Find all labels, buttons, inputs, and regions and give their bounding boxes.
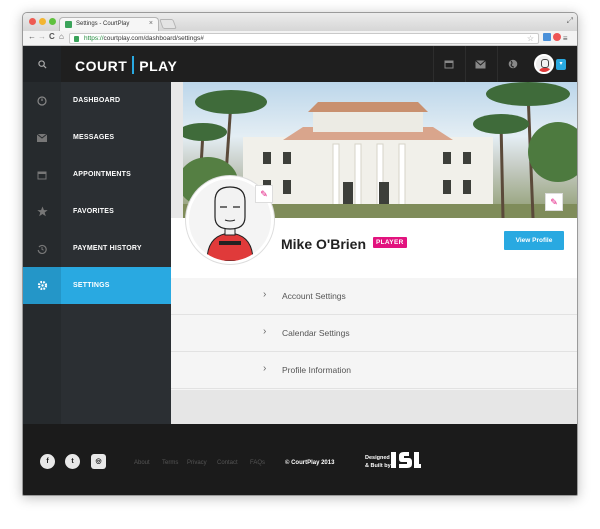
designed-line-2: & Built by <box>365 463 391 469</box>
sidebar-item-settings[interactable]: SETTINGS <box>23 267 171 304</box>
fullscreen-icon[interactable]: ⤢ <box>567 16 573 26</box>
footer-link-terms[interactable]: Terms <box>162 460 178 466</box>
footer-link-about[interactable]: About <box>134 460 150 466</box>
avatar[interactable] <box>534 54 554 74</box>
footer: f t ◎ About Terms Privacy Contact FAQs ©… <box>23 424 577 495</box>
star-icon <box>36 206 48 217</box>
main-content: ✎ ✎ Mike O'Brien PLAYER View Profile › A… <box>171 82 577 424</box>
browser-toolbar: ← → C ⌂ https://courtplay.com/dashboard/… <box>23 31 577 46</box>
url-scheme: https:// <box>84 35 104 42</box>
sidebar-item-label: APPOINTMENTS <box>73 171 132 178</box>
view-profile-button[interactable]: View Profile <box>504 231 564 250</box>
close-window-button[interactable] <box>29 18 36 25</box>
settings-row-label: Profile Information <box>282 365 351 375</box>
sidebar-item-label: DASHBOARD <box>73 97 121 104</box>
sidebar-item-payment-history[interactable]: PAYMENT HISTORY <box>23 230 171 267</box>
sidebar-item-label: MESSAGES <box>73 134 115 141</box>
footer-link-faqs[interactable]: FAQs <box>250 460 265 466</box>
sidebar-item-label: FAVORITES <box>73 208 114 215</box>
edit-cover-button[interactable]: ✎ <box>545 193 563 211</box>
header-calendar-button[interactable] <box>433 46 463 82</box>
edit-avatar-button[interactable]: ✎ <box>255 185 273 203</box>
chevron-right-icon: › <box>263 363 267 374</box>
header-globe-button[interactable] <box>497 46 527 82</box>
url-path: courtplay.com/dashboard/settings# <box>103 35 204 42</box>
tab-close-icon[interactable]: × <box>149 20 153 27</box>
globe-icon <box>508 59 517 69</box>
chevron-right-icon: › <box>263 289 267 300</box>
extension-icon[interactable] <box>552 33 561 41</box>
profile-name: Mike O'Brien <box>281 236 367 252</box>
envelope-icon <box>37 133 47 142</box>
browser-menu-icon[interactable]: ≡ <box>563 34 568 43</box>
facebook-icon[interactable]: f <box>40 454 55 469</box>
sidebar-item-label: PAYMENT HISTORY <box>73 245 142 252</box>
chevron-right-icon: › <box>263 326 267 337</box>
forward-icon[interactable]: → <box>38 32 46 41</box>
logo-court: COURT <box>75 58 128 74</box>
profile-information-row[interactable]: › Profile Information <box>171 352 577 389</box>
logo-divider <box>132 56 135 74</box>
content-spacer <box>171 390 577 424</box>
calendar-icon <box>37 171 47 179</box>
twitter-icon[interactable]: t <box>65 454 80 469</box>
settings-row-label: Account Settings <box>282 291 346 301</box>
sidebar-item-appointments[interactable]: APPOINTMENTS <box>23 156 171 193</box>
footer-link-privacy[interactable]: Privacy <box>187 460 207 466</box>
designed-by-text: Designed & Built by <box>365 454 391 470</box>
edit-icon: ✎ <box>550 196 558 207</box>
search-button[interactable] <box>23 46 61 82</box>
sidebar-item-dashboard[interactable]: DASHBOARD <box>23 82 171 119</box>
browser-window: Settings - CourtPlay × ⤢ ← → C ⌂ https:/… <box>22 12 578 496</box>
footer-link-contact[interactable]: Contact <box>217 460 238 466</box>
app-header: COURT PLAY ▾ <box>23 46 577 82</box>
tab-title: Settings - CourtPlay <box>76 21 130 27</box>
courtplay-logo[interactable]: COURT PLAY <box>75 56 177 74</box>
instagram-icon[interactable]: ◎ <box>91 454 106 469</box>
address-bar[interactable]: https://courtplay.com/dashboard/settings… <box>69 33 539 44</box>
copyright: © CourtPlay 2013 <box>285 460 335 466</box>
user-menu[interactable]: ▾ <box>534 54 572 75</box>
dashboard-icon <box>37 95 47 106</box>
back-icon[interactable]: ← <box>28 32 36 41</box>
browser-titlebar: Settings - CourtPlay × ⤢ <box>23 13 577 31</box>
header-messages-button[interactable] <box>465 46 495 82</box>
avatar-shirt <box>539 68 551 72</box>
browser-tab[interactable]: Settings - CourtPlay × <box>59 17 159 31</box>
account-settings-row[interactable]: › Account Settings <box>171 278 577 315</box>
designed-line-1: Designed <box>365 455 390 461</box>
sidebar-item-messages[interactable]: MESSAGES <box>23 119 171 156</box>
avatar-head <box>541 59 549 68</box>
courtplay-app: COURT PLAY ▾ DASHBOARD MESSAGES APPOINTM… <box>23 46 577 495</box>
edit-icon: ✎ <box>260 188 268 199</box>
sidebar-item-label: SETTINGS <box>73 282 110 289</box>
search-icon <box>37 59 47 69</box>
home-icon[interactable]: ⌂ <box>59 32 64 41</box>
sidebar-item-favorites[interactable]: FAVORITES <box>23 193 171 230</box>
role-badge: PLAYER <box>373 237 407 248</box>
chevron-down-icon[interactable]: ▾ <box>556 59 566 70</box>
favicon-icon <box>65 21 72 28</box>
settings-list: › Account Settings › Calendar Settings ›… <box>171 278 577 390</box>
reload-icon[interactable]: C <box>49 32 55 41</box>
minimize-window-button[interactable] <box>39 18 46 25</box>
gear-icon <box>37 280 47 291</box>
envelope-icon <box>475 59 486 68</box>
calendar-icon <box>444 60 453 69</box>
history-icon <box>37 244 47 254</box>
sidebar: DASHBOARD MESSAGES APPOINTMENTS FAVORITE… <box>23 82 171 424</box>
maximize-window-button[interactable] <box>49 18 56 25</box>
extension-icon[interactable] <box>543 33 551 41</box>
isl-logo[interactable] <box>391 451 421 469</box>
bookmark-star-icon[interactable]: ☆ <box>527 34 534 43</box>
extension-icons: ≡ <box>543 33 568 43</box>
logo-play: PLAY <box>139 58 178 74</box>
calendar-settings-row[interactable]: › Calendar Settings <box>171 315 577 352</box>
settings-row-label: Calendar Settings <box>282 328 350 338</box>
lock-icon <box>74 36 79 42</box>
new-tab-button[interactable] <box>159 19 177 29</box>
